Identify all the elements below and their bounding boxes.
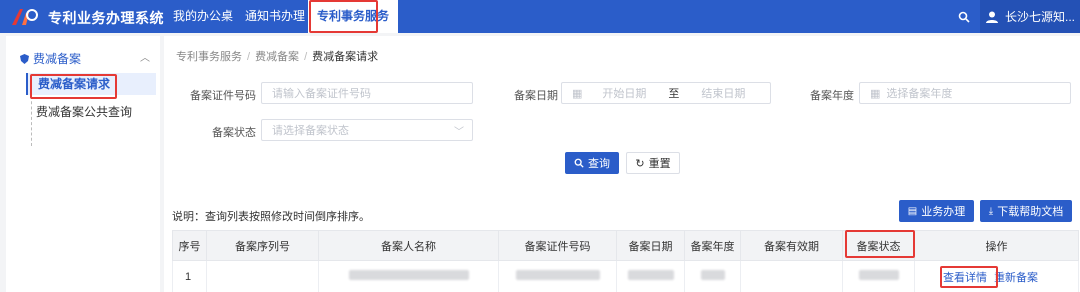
action-cell: 查看详情 重新备案 [914, 260, 1079, 292]
date-label: 备案日期 [514, 90, 558, 102]
status-placeholder: 请选择备案状态 [272, 125, 349, 137]
date-separator: 至 [668, 88, 680, 100]
redacted-value [348, 270, 469, 280]
name-cell [318, 260, 499, 292]
cert-number-placeholder: 请输入备案证件号码 [272, 88, 371, 100]
year-select[interactable]: ▦ 选择备案年度 [859, 82, 1071, 104]
col-header: 备案年度 [684, 230, 741, 261]
refresh-icon: ↻ [635, 157, 645, 170]
download-help-button[interactable]: ⤓ 下载帮助文档 [980, 200, 1072, 222]
sidebar-group-label: 费减备案 [33, 52, 82, 66]
view-details-link[interactable]: 查看详情 [943, 272, 987, 284]
status-select[interactable]: 请选择备案状态 ﹀ [261, 119, 473, 141]
business-button[interactable]: ▤ 业务办理 [899, 200, 974, 222]
breadcrumb-current: 费减备案请求 [312, 51, 379, 63]
date-cell [616, 260, 685, 292]
search-icon [574, 158, 584, 168]
redacted-value [700, 270, 725, 280]
status-cell [842, 260, 915, 292]
nav-notice-handling[interactable]: 通知书办理 [236, 0, 314, 33]
reset-button[interactable]: ↻ 重置 [626, 152, 680, 174]
cert-cell [498, 260, 617, 292]
search-icon [958, 11, 970, 23]
chevron-down-icon: ﹀ [454, 126, 464, 138]
user-menu[interactable]: 长沙七源知... [980, 0, 1080, 33]
year-label: 备案年度 [810, 90, 854, 102]
breadcrumb-item[interactable]: 费减备案 [255, 51, 299, 63]
status-label: 备案状态 [212, 127, 256, 139]
download-icon: ⤓ [988, 205, 994, 217]
table-header-row: 序号 备案序列号 备案人名称 备案证件号码 备案日期 备案年度 备案有效期 备案… [172, 230, 1079, 261]
nav-my-desk[interactable]: 我的办公桌 [164, 0, 242, 33]
row-index: 1 [172, 260, 207, 292]
table-row: 1 查看详情 重新备案 [172, 260, 1079, 292]
col-header: 备案日期 [616, 230, 685, 261]
year-placeholder: 选择备案年度 [886, 88, 953, 100]
col-header: 备案状态 [842, 230, 915, 261]
reset-label: 重置 [648, 158, 671, 170]
redacted-value [627, 270, 674, 280]
validity-cell [740, 260, 843, 292]
nav-patent-affairs[interactable]: 专利事务服务 [308, 0, 399, 33]
download-label: 下载帮助文档 [997, 206, 1064, 218]
calendar-icon: ▦ [870, 87, 881, 100]
breadcrumb: 专利事务服务 / 费减备案 / 费减备案请求 [176, 51, 379, 63]
refile-link[interactable]: 重新备案 [994, 272, 1038, 284]
date-start: 开始日期 [602, 88, 647, 100]
col-header: 序号 [172, 230, 207, 261]
record-table: 序号 备案序列号 备案人名称 备案证件号码 备案日期 备案年度 备案有效期 备案… [172, 230, 1079, 292]
query-label: 查询 [588, 158, 610, 170]
app-title: 专利业务办理系统 [48, 10, 164, 26]
business-label: 业务办理 [921, 206, 966, 218]
sidebar: 费减备案 ︿ 费减备案请求 费减备案公共查询 [6, 36, 160, 292]
year-cell [684, 260, 741, 292]
top-navbar: 专利业务办理系统 我的办公桌 通知书办理 专利事务服务 长沙七源知... [0, 0, 1080, 33]
serial-cell [206, 260, 319, 292]
cert-number-input[interactable]: 请输入备案证件号码 [261, 82, 473, 104]
col-header: 备案人名称 [318, 230, 499, 261]
user-icon [985, 11, 998, 23]
col-header: 操作 [914, 230, 1079, 261]
search-button[interactable] [948, 0, 980, 33]
chevron-up-icon[interactable]: ︿ [140, 49, 150, 64]
col-header: 备案序列号 [206, 230, 319, 261]
redacted-value [515, 270, 600, 280]
redacted-value [858, 270, 899, 280]
main-panel: 专利事务服务 / 费减备案 / 费减备案请求 备案证件号码 请输入备案证件号码 备案日期… [164, 36, 1080, 292]
document-icon: ▤ [907, 205, 918, 217]
sidebar-item-public-query[interactable]: 费减备案公共查询 [26, 101, 156, 123]
list-note: 说明：查询列表按照修改时间倒序排序。 [172, 211, 370, 223]
date-range-input[interactable]: ▦ 开始日期 至 结束日期 [561, 82, 771, 104]
sidebar-group-fee-reduction[interactable]: 费减备案 [20, 50, 81, 67]
col-header: 备案有效期 [740, 230, 843, 261]
breadcrumb-item[interactable]: 专利事务服务 [176, 51, 242, 63]
shield-icon [20, 53, 29, 64]
cert-number-label: 备案证件号码 [190, 90, 256, 102]
sidebar-item-fee-request[interactable]: 费减备案请求 [26, 73, 156, 95]
app-logo [12, 9, 38, 25]
calendar-icon: ▦ [572, 87, 583, 100]
query-button[interactable]: 查询 [565, 152, 619, 174]
user-name: 长沙七源知... [1004, 10, 1075, 24]
col-header: 备案证件号码 [498, 230, 617, 261]
date-end: 结束日期 [701, 88, 746, 100]
